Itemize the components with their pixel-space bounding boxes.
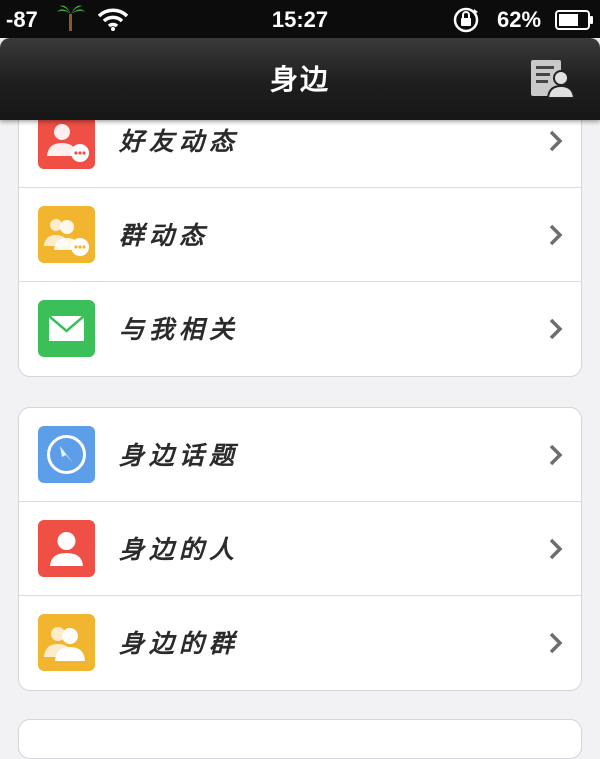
chevron-right-icon [549,632,563,654]
nearby-group: 身边话题 身边的人 身边的群 [18,407,582,691]
list-item-label: 身边的群 [119,629,240,658]
group-feed-icon [38,206,95,263]
list-item-nearby-people[interactable]: 身边的人 [19,502,581,596]
chevron-right-icon [549,224,563,246]
friend-feed-icon [38,112,95,169]
list-item-label: 群动态 [119,221,210,250]
chevron-right-icon [549,538,563,560]
person-icon [38,520,95,577]
list-item-label: 好友动态 [119,127,240,156]
mail-icon [38,300,95,357]
list-item-label: 与我相关 [119,315,240,344]
battery-icon [555,10,595,36]
page-title: 身边 [269,63,330,96]
chevron-right-icon [549,318,563,340]
contacts-button[interactable] [527,56,576,100]
compass-icon [38,426,95,483]
list-item-group-feed[interactable]: 群动态 [19,188,581,282]
list-item-label: 身边话题 [119,441,240,470]
list-item-nearby-groups[interactable]: 身边的群 [19,596,581,690]
status-bar: -87 15:27 62% [0,0,600,38]
chevron-right-icon [549,130,563,152]
battery-percent: 62% [497,7,542,32]
group-icon [38,614,95,671]
list-item-related-to-me[interactable]: 与我相关 [19,282,581,376]
more-group [18,719,582,759]
feed-group: 好友动态 群动态 与我相关 [18,93,582,377]
list-item-label: 身边的人 [119,535,240,564]
chevron-right-icon [549,444,563,466]
rotation-lock-icon [452,6,482,40]
contacts-icon [531,60,576,99]
list-item-nearby-topics[interactable]: 身边话题 [19,408,581,502]
nav-bar: 身边 [0,38,600,120]
